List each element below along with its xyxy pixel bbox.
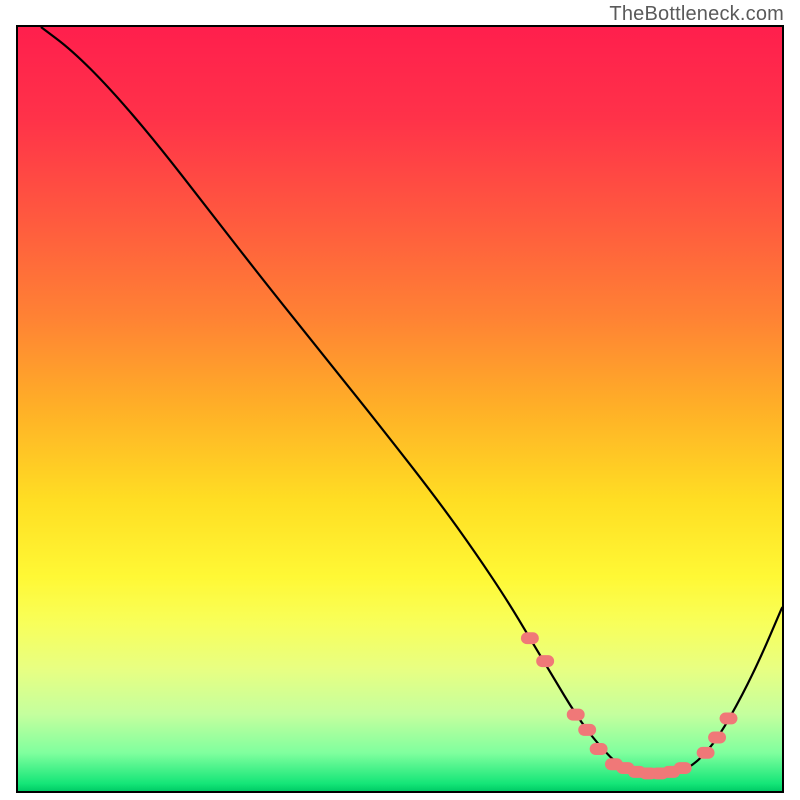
gradient-background xyxy=(18,27,782,791)
chart-container: TheBottleneck.com xyxy=(0,0,800,800)
plot-area xyxy=(16,25,784,793)
watermark-text: TheBottleneck.com xyxy=(609,3,784,26)
